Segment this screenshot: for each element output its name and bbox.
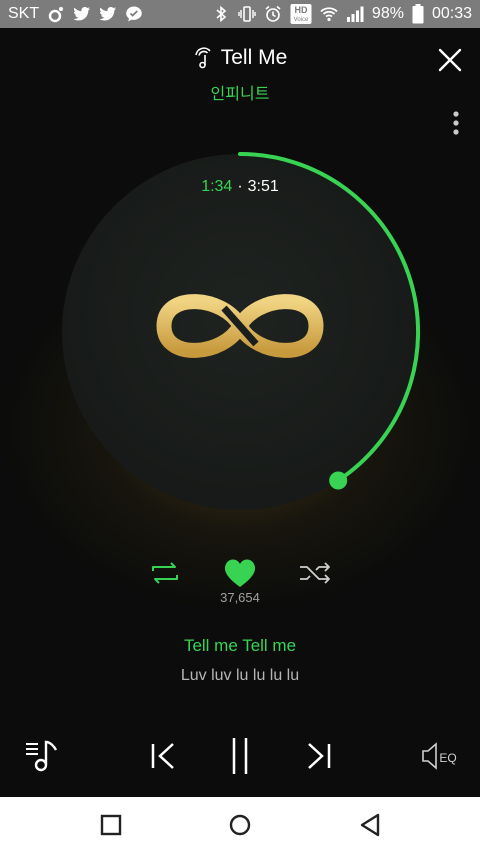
shuffle-button[interactable] (298, 556, 332, 590)
wifi-icon (320, 7, 338, 22)
current-time: 1:34 (201, 178, 233, 195)
repeat-button[interactable] (148, 556, 182, 590)
battery-percent: 98% (371, 5, 404, 22)
next-track-button[interactable] (304, 734, 334, 778)
player-screen: Tell Me 인피니트 1:34 · 3:51 37,654 Tell me … (0, 28, 480, 797)
previous-track-button[interactable] (148, 734, 178, 778)
infinite-album-logo (156, 294, 324, 358)
carrier-label: SKT (8, 5, 40, 22)
time-display: 1:34 · 3:51 (0, 178, 480, 196)
time-separator: · (237, 178, 243, 195)
like-heart-button[interactable] (222, 556, 258, 590)
alarm-icon (265, 5, 281, 22)
chat-bubble-icon (126, 6, 142, 22)
twitter-icon (73, 7, 91, 21)
lyrics-current-line[interactable]: Tell me Tell me (0, 636, 480, 656)
progress-knob[interactable] (329, 471, 348, 490)
back-button[interactable] (356, 811, 384, 839)
like-count: 37,654 (220, 590, 260, 605)
total-time: 3:51 (247, 178, 279, 195)
system-navigation-bar (0, 797, 480, 853)
battery-icon (412, 4, 424, 24)
bluetooth-icon (216, 5, 227, 23)
eq-label: EQ (439, 751, 456, 765)
status-bar: SKT HD Voice 98% 00:33 (0, 0, 480, 28)
hd-label: HD (294, 5, 307, 15)
hd-voice-icon: HD Voice (290, 4, 312, 24)
lyrics-next-line[interactable]: Luv luv lu lu lu lu (0, 667, 480, 685)
equalizer-button[interactable]: EQ (420, 734, 462, 778)
twitter-icon (99, 7, 117, 21)
pause-button[interactable] (228, 734, 252, 778)
voice-label: Voice (294, 17, 309, 23)
home-button[interactable] (226, 811, 254, 839)
recent-apps-button[interactable] (97, 811, 125, 839)
signal-icon (346, 6, 364, 22)
vibrate-icon (238, 6, 256, 22)
music-notification-icon (48, 7, 64, 23)
clock: 00:33 (431, 5, 472, 22)
playlist-button[interactable] (22, 734, 62, 778)
